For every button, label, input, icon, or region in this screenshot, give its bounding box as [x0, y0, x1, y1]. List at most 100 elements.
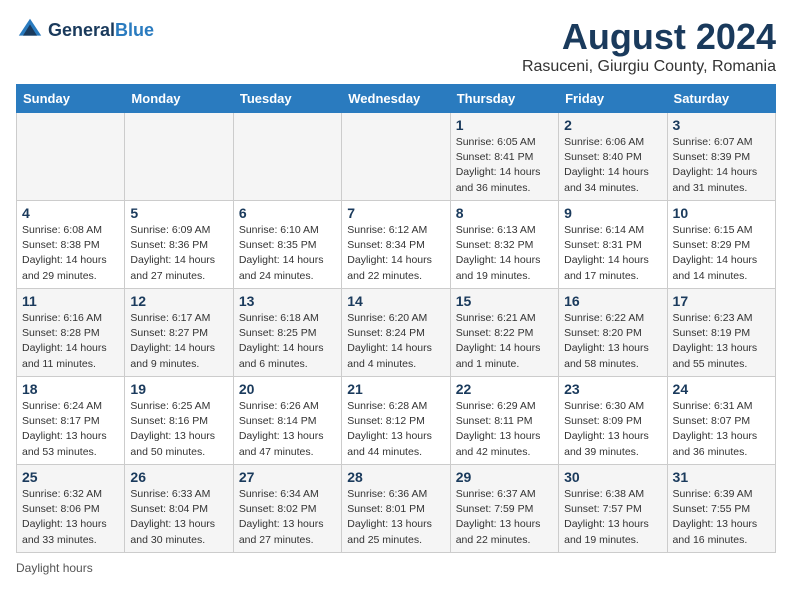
logo-text-blue: Blue — [115, 20, 154, 41]
day-number: 8 — [456, 205, 553, 221]
day-info: Sunrise: 6:38 AM Sunset: 7:57 PM Dayligh… — [564, 487, 661, 548]
daylight-label: Daylight hours — [16, 561, 93, 575]
day-info: Sunrise: 6:39 AM Sunset: 7:55 PM Dayligh… — [673, 487, 770, 548]
day-number: 5 — [130, 205, 227, 221]
calendar-cell: 7 Sunrise: 6:12 AM Sunset: 8:34 PM Daylig… — [342, 201, 450, 289]
weekday-header-sunday: Sunday — [17, 85, 125, 113]
day-info: Sunrise: 6:26 AM Sunset: 8:14 PM Dayligh… — [239, 399, 336, 460]
day-number: 1 — [456, 117, 553, 133]
day-number: 22 — [456, 381, 553, 397]
calendar-cell: 12 Sunrise: 6:17 AM Sunset: 8:27 PM Dayli… — [125, 289, 233, 377]
week-row-4: 18 Sunrise: 6:24 AM Sunset: 8:17 PM Dayli… — [17, 377, 776, 465]
day-number: 26 — [130, 469, 227, 485]
calendar-cell: 3Sunrise: 6:07 AM Sunset: 8:39 PM Daylig… — [667, 113, 775, 201]
calendar-cell: 23 Sunrise: 6:30 AM Sunset: 8:09 PM Dayli… — [559, 377, 667, 465]
calendar-cell: 8 Sunrise: 6:13 AM Sunset: 8:32 PM Daylig… — [450, 201, 558, 289]
calendar-cell — [17, 113, 125, 201]
logo-text-general: General — [48, 20, 115, 41]
calendar-cell: 17 Sunrise: 6:23 AM Sunset: 8:19 PM Dayli… — [667, 289, 775, 377]
title-block: August 2024 Rasuceni, Giurgiu County, Ro… — [522, 16, 776, 76]
calendar-cell: 29 Sunrise: 6:37 AM Sunset: 7:59 PM Dayli… — [450, 465, 558, 553]
day-info: Sunrise: 6:23 AM Sunset: 8:19 PM Dayligh… — [673, 311, 770, 372]
day-number: 2 — [564, 117, 661, 133]
day-info: Sunrise: 6:13 AM Sunset: 8:32 PM Dayligh… — [456, 223, 553, 284]
weekday-row: SundayMondayTuesdayWednesdayThursdayFrid… — [17, 85, 776, 113]
weekday-header-tuesday: Tuesday — [233, 85, 341, 113]
logo-icon — [16, 16, 44, 44]
day-number: 7 — [347, 205, 444, 221]
day-number: 23 — [564, 381, 661, 397]
day-number: 29 — [456, 469, 553, 485]
location-subtitle: Rasuceni, Giurgiu County, Romania — [522, 58, 776, 76]
day-number: 6 — [239, 205, 336, 221]
day-info: Sunrise: 6:12 AM Sunset: 8:34 PM Dayligh… — [347, 223, 444, 284]
day-number: 12 — [130, 293, 227, 309]
day-number: 14 — [347, 293, 444, 309]
day-info: Sunrise: 6:33 AM Sunset: 8:04 PM Dayligh… — [130, 487, 227, 548]
calendar-cell: 6Sunrise: 6:10 AM Sunset: 8:35 PM Daylig… — [233, 201, 341, 289]
calendar-cell: 11Sunrise: 6:16 AM Sunset: 8:28 PM Dayli… — [17, 289, 125, 377]
day-number: 15 — [456, 293, 553, 309]
day-number: 19 — [130, 381, 227, 397]
day-number: 20 — [239, 381, 336, 397]
calendar-cell: 10Sunrise: 6:15 AM Sunset: 8:29 PM Dayli… — [667, 201, 775, 289]
footer-note: Daylight hours — [16, 561, 776, 575]
calendar-cell: 30 Sunrise: 6:38 AM Sunset: 7:57 PM Dayli… — [559, 465, 667, 553]
week-row-3: 11Sunrise: 6:16 AM Sunset: 8:28 PM Dayli… — [17, 289, 776, 377]
calendar-cell: 24Sunrise: 6:31 AM Sunset: 8:07 PM Dayli… — [667, 377, 775, 465]
calendar-cell: 26 Sunrise: 6:33 AM Sunset: 8:04 PM Dayli… — [125, 465, 233, 553]
calendar-cell: 20 Sunrise: 6:26 AM Sunset: 8:14 PM Dayli… — [233, 377, 341, 465]
calendar-cell — [342, 113, 450, 201]
calendar-cell: 16Sunrise: 6:22 AM Sunset: 8:20 PM Dayli… — [559, 289, 667, 377]
week-row-2: 4Sunrise: 6:08 AM Sunset: 8:38 PM Daylig… — [17, 201, 776, 289]
day-info: Sunrise: 6:30 AM Sunset: 8:09 PM Dayligh… — [564, 399, 661, 460]
calendar-cell: 28Sunrise: 6:36 AM Sunset: 8:01 PM Dayli… — [342, 465, 450, 553]
day-info: Sunrise: 6:37 AM Sunset: 7:59 PM Dayligh… — [456, 487, 553, 548]
day-number: 21 — [347, 381, 444, 397]
day-info: Sunrise: 6:15 AM Sunset: 8:29 PM Dayligh… — [673, 223, 770, 284]
week-row-5: 25 Sunrise: 6:32 AM Sunset: 8:06 PM Dayli… — [17, 465, 776, 553]
day-info: Sunrise: 6:24 AM Sunset: 8:17 PM Dayligh… — [22, 399, 119, 460]
weekday-header-friday: Friday — [559, 85, 667, 113]
day-number: 17 — [673, 293, 770, 309]
day-info: Sunrise: 6:32 AM Sunset: 8:06 PM Dayligh… — [22, 487, 119, 548]
day-number: 30 — [564, 469, 661, 485]
day-info: Sunrise: 6:25 AM Sunset: 8:16 PM Dayligh… — [130, 399, 227, 460]
calendar-cell: 1Sunrise: 6:05 AM Sunset: 8:41 PM Daylig… — [450, 113, 558, 201]
day-info: Sunrise: 6:22 AM Sunset: 8:20 PM Dayligh… — [564, 311, 661, 372]
day-number: 18 — [22, 381, 119, 397]
day-info: Sunrise: 6:31 AM Sunset: 8:07 PM Dayligh… — [673, 399, 770, 460]
calendar-cell: 31Sunrise: 6:39 AM Sunset: 7:55 PM Dayli… — [667, 465, 775, 553]
day-number: 27 — [239, 469, 336, 485]
calendar-cell: 9 Sunrise: 6:14 AM Sunset: 8:31 PM Daylig… — [559, 201, 667, 289]
calendar-cell: 13Sunrise: 6:18 AM Sunset: 8:25 PM Dayli… — [233, 289, 341, 377]
weekday-header-wednesday: Wednesday — [342, 85, 450, 113]
calendar-cell: 2 Sunrise: 6:06 AM Sunset: 8:40 PM Daylig… — [559, 113, 667, 201]
day-info: Sunrise: 6:29 AM Sunset: 8:11 PM Dayligh… — [456, 399, 553, 460]
calendar-cell: 4Sunrise: 6:08 AM Sunset: 8:38 PM Daylig… — [17, 201, 125, 289]
day-number: 13 — [239, 293, 336, 309]
week-row-1: 1Sunrise: 6:05 AM Sunset: 8:41 PM Daylig… — [17, 113, 776, 201]
page-header: GeneralBlue August 2024 Rasuceni, Giurgi… — [16, 16, 776, 76]
day-info: Sunrise: 6:09 AM Sunset: 8:36 PM Dayligh… — [130, 223, 227, 284]
calendar-cell — [125, 113, 233, 201]
day-number: 25 — [22, 469, 119, 485]
day-info: Sunrise: 6:21 AM Sunset: 8:22 PM Dayligh… — [456, 311, 553, 372]
calendar-cell: 21 Sunrise: 6:28 AM Sunset: 8:12 PM Dayli… — [342, 377, 450, 465]
calendar-cell: 5 Sunrise: 6:09 AM Sunset: 8:36 PM Daylig… — [125, 201, 233, 289]
day-info: Sunrise: 6:14 AM Sunset: 8:31 PM Dayligh… — [564, 223, 661, 284]
day-info: Sunrise: 6:06 AM Sunset: 8:40 PM Dayligh… — [564, 135, 661, 196]
day-number: 9 — [564, 205, 661, 221]
calendar-cell: 25 Sunrise: 6:32 AM Sunset: 8:06 PM Dayli… — [17, 465, 125, 553]
logo: GeneralBlue — [16, 16, 154, 44]
calendar-cell: 27Sunrise: 6:34 AM Sunset: 8:02 PM Dayli… — [233, 465, 341, 553]
calendar-cell: 19 Sunrise: 6:25 AM Sunset: 8:16 PM Dayli… — [125, 377, 233, 465]
day-info: Sunrise: 6:20 AM Sunset: 8:24 PM Dayligh… — [347, 311, 444, 372]
calendar-table: SundayMondayTuesdayWednesdayThursdayFrid… — [16, 84, 776, 553]
weekday-header-monday: Monday — [125, 85, 233, 113]
day-info: Sunrise: 6:16 AM Sunset: 8:28 PM Dayligh… — [22, 311, 119, 372]
day-info: Sunrise: 6:36 AM Sunset: 8:01 PM Dayligh… — [347, 487, 444, 548]
day-info: Sunrise: 6:17 AM Sunset: 8:27 PM Dayligh… — [130, 311, 227, 372]
day-info: Sunrise: 6:28 AM Sunset: 8:12 PM Dayligh… — [347, 399, 444, 460]
calendar-cell: 15 Sunrise: 6:21 AM Sunset: 8:22 PM Dayli… — [450, 289, 558, 377]
